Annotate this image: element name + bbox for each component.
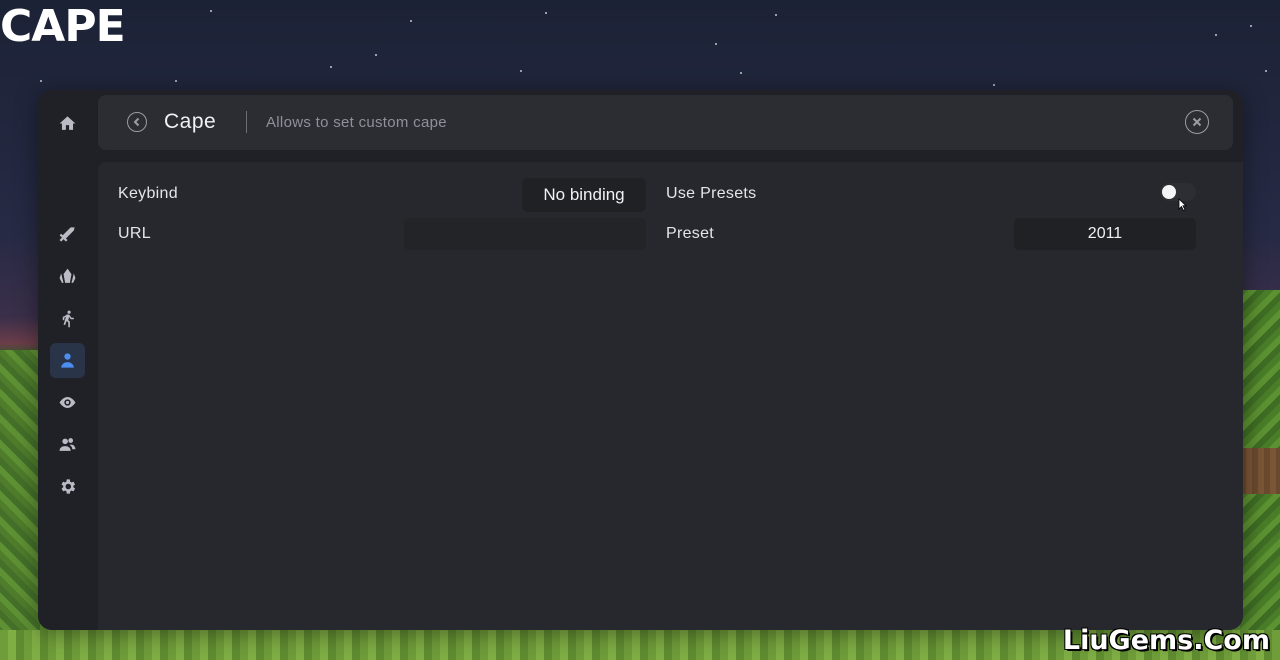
user-icon	[61, 353, 74, 368]
sidebar-item-friends[interactable]	[50, 427, 85, 462]
sidebar-item-player[interactable]	[50, 343, 85, 378]
module-title: Cape	[164, 110, 217, 133]
mouse-cursor-icon	[1178, 198, 1188, 212]
sidebar-item-movement[interactable]	[50, 301, 85, 336]
sidebar-item-settings[interactable]	[50, 469, 85, 504]
header-divider	[246, 111, 247, 133]
use-presets-label: Use Presets	[666, 185, 757, 202]
close-icon	[1192, 117, 1202, 127]
keybind-button[interactable]: No binding	[522, 178, 646, 212]
dirt-block	[1240, 448, 1280, 494]
keybind-label: Keybind	[118, 185, 178, 202]
close-button[interactable]	[1185, 110, 1209, 134]
url-label: URL	[118, 225, 151, 242]
module-header: Cape Allows to set custom cape	[98, 95, 1233, 150]
sidebar-item-render[interactable]	[50, 385, 85, 420]
running-person-icon	[62, 310, 74, 328]
sidebar	[38, 90, 97, 630]
gear-icon	[61, 479, 76, 494]
url-input[interactable]	[404, 218, 646, 250]
client-gui-window: Cape Allows to set custom cape Keybind N…	[38, 90, 1243, 630]
back-button[interactable]	[127, 112, 147, 132]
eye-icon	[59, 396, 76, 409]
sword-icon	[59, 227, 75, 242]
home-icon	[59, 116, 76, 130]
grass-blocks-left	[0, 350, 40, 660]
module-description: Allows to set custom cape	[266, 114, 447, 131]
watermark-text: LiuGems.Com	[1062, 625, 1270, 656]
crystal-icon	[59, 268, 76, 283]
sidebar-item-combat[interactable]	[50, 217, 85, 252]
preset-label: Preset	[666, 225, 715, 242]
chevron-left-icon	[133, 117, 140, 127]
users-icon	[59, 438, 76, 451]
settings-panel: Keybind No binding URL Use Presets Prese…	[98, 162, 1243, 630]
preset-selector[interactable]: 2011	[1014, 218, 1196, 250]
logo-text: CAPE	[0, 1, 126, 52]
sidebar-item-home[interactable]	[50, 106, 85, 141]
sidebar-item-crystal[interactable]	[50, 259, 85, 294]
toggle-knob	[1162, 185, 1176, 199]
